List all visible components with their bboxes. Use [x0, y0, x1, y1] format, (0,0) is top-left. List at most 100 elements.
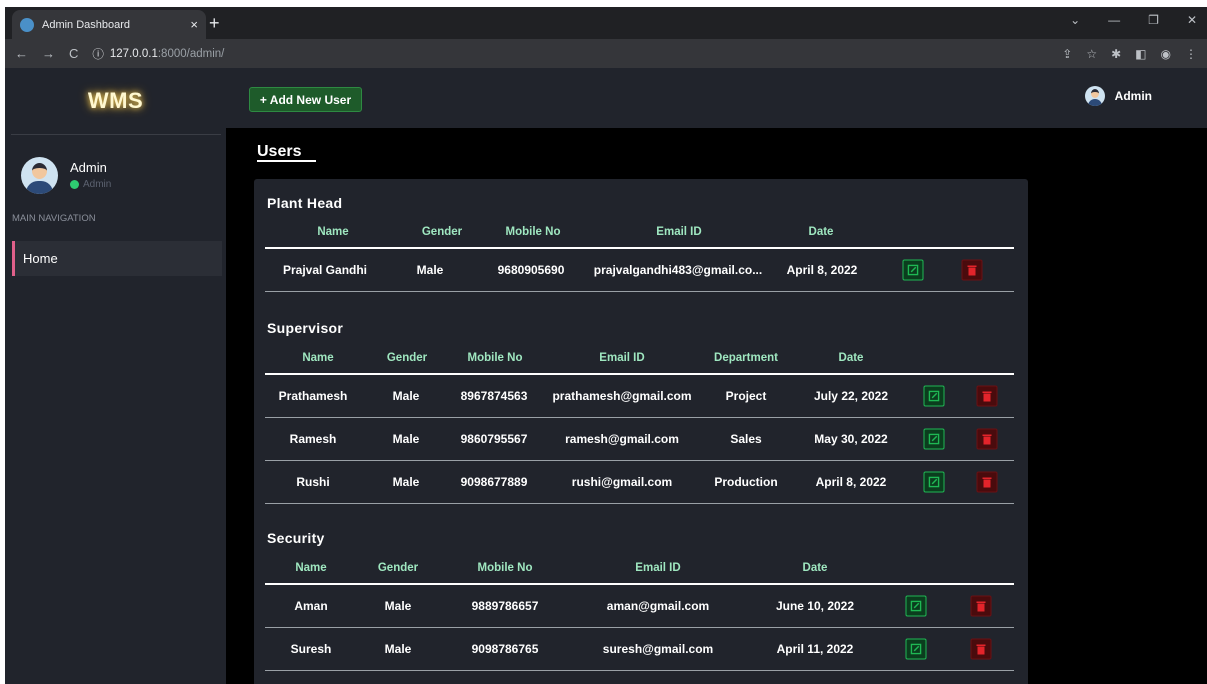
browser-tab[interactable]: Admin Dashboard ×: [12, 10, 206, 39]
trash-icon: [982, 477, 992, 488]
main-content: Users Plant Head Name Gender Mobile No E…: [226, 128, 1207, 684]
cell-gender: Male: [392, 389, 420, 403]
trash-icon: [982, 434, 992, 445]
cell-name: Suresh: [290, 642, 332, 656]
table-header: Name Gender Mobile No Email ID Date: [265, 552, 1014, 585]
bookmark-star-icon[interactable]: ☆: [1086, 47, 1097, 61]
section-title-supervisor: Supervisor: [267, 320, 344, 336]
top-user-name: Admin: [1114, 89, 1152, 103]
col-header: Date: [802, 561, 828, 574]
delete-button[interactable]: [976, 471, 998, 493]
users-panel: Plant Head Name Gender Mobile No Email I…: [254, 179, 1028, 684]
forward-icon[interactable]: →: [42, 46, 55, 61]
tab-search-icon[interactable]: ⌄: [1070, 13, 1080, 27]
edit-button[interactable]: [905, 595, 927, 617]
menu-kebab-icon[interactable]: ⋮: [1185, 47, 1197, 61]
cell-name: Prathamesh: [278, 389, 348, 403]
cell-gender: Male: [392, 475, 420, 489]
info-icon[interactable]: ⓘ: [92, 46, 104, 62]
brand-logo[interactable]: WMS: [5, 68, 226, 134]
cell-email: ramesh@gmail.com: [565, 432, 679, 446]
col-header: Department: [714, 351, 778, 364]
cell-mobile: 9860795567: [460, 432, 528, 446]
table-header: Name Gender Mobile No Email ID Departmen…: [265, 342, 1014, 375]
col-header: Date: [838, 351, 864, 364]
plant-head-table: Name Gender Mobile No Email ID Date Praj…: [265, 216, 1014, 292]
delete-button[interactable]: [961, 259, 983, 281]
col-header: Email ID: [656, 225, 702, 238]
edit-icon: [910, 643, 922, 655]
edit-icon: [928, 390, 940, 402]
edit-button[interactable]: [923, 471, 945, 493]
address-bar[interactable]: ⓘ 127.0.0.1:8000/admin/: [92, 46, 224, 62]
col-header: Date: [808, 225, 834, 238]
delete-button[interactable]: [970, 595, 992, 617]
table-row: Suresh Male 9098786765 suresh@gmail.com …: [265, 628, 1014, 671]
online-status-icon: [70, 180, 79, 189]
cell-department: Project: [725, 389, 767, 403]
edit-icon: [928, 476, 940, 488]
url-path: :8000/admin/: [157, 47, 225, 60]
profile-icon[interactable]: ◉: [1161, 47, 1171, 61]
trash-icon: [976, 644, 986, 655]
supervisor-table: Name Gender Mobile No Email ID Departmen…: [265, 342, 1014, 504]
col-header: Mobile No: [505, 225, 561, 238]
cell-mobile: 9098786765: [471, 642, 539, 656]
top-user-menu[interactable]: Admin: [1084, 86, 1152, 106]
section-title-plant-head: Plant Head: [267, 195, 343, 211]
extensions-icon[interactable]: ✱: [1111, 47, 1121, 61]
table-row: Rushi Male 9098677889 rushi@gmail.com Pr…: [265, 461, 1014, 504]
minimize-icon[interactable]: —: [1108, 13, 1120, 27]
favicon-icon: [20, 17, 34, 32]
toolbar-actions: ⇪ ☆ ✱ ◧ ◉ ⋮: [1062, 47, 1197, 61]
sidebar-item-home[interactable]: Home: [12, 241, 222, 276]
cell-date: April 8, 2022: [815, 475, 887, 489]
cell-gender: Male: [416, 263, 444, 277]
back-icon[interactable]: ←: [15, 46, 28, 61]
avatar: [21, 156, 58, 194]
edit-icon: [928, 433, 940, 445]
delete-button[interactable]: [976, 385, 998, 407]
cell-email: suresh@gmail.com: [602, 642, 714, 656]
new-tab-button[interactable]: +: [209, 13, 220, 34]
col-header: Name: [302, 351, 334, 364]
delete-button[interactable]: [976, 428, 998, 450]
trash-icon: [976, 601, 986, 612]
close-window-icon[interactable]: ✕: [1187, 13, 1197, 27]
cell-email: aman@gmail.com: [606, 599, 710, 613]
col-header: Email ID: [599, 351, 645, 364]
reload-icon[interactable]: C: [69, 46, 78, 61]
cell-name: Prajval Gandhi: [282, 263, 368, 277]
delete-button[interactable]: [970, 638, 992, 660]
edit-button[interactable]: [902, 259, 924, 281]
share-icon[interactable]: ⇪: [1062, 47, 1072, 61]
restore-icon[interactable]: ❐: [1148, 13, 1159, 27]
cell-gender: Male: [384, 599, 412, 613]
edit-button[interactable]: [923, 385, 945, 407]
col-header: Email ID: [635, 561, 681, 574]
url-host: 127.0.0.1: [109, 47, 158, 60]
add-user-button[interactable]: + Add New User: [249, 87, 362, 112]
table-row: Aman Male 9889786657 aman@gmail.com June…: [265, 585, 1014, 628]
col-header: Mobile No: [467, 351, 523, 364]
sidebar-profile: Admin Admin: [5, 135, 226, 201]
cell-mobile: 8967874563: [460, 389, 528, 403]
cell-department: Sales: [730, 432, 762, 446]
cell-name: Ramesh: [289, 432, 337, 446]
tab-close-icon[interactable]: ×: [190, 17, 198, 32]
cell-date: April 11, 2022: [776, 642, 854, 656]
page-title: Users: [257, 143, 302, 160]
top-bar: + Add New User Admin: [226, 68, 1207, 128]
title-underline: [257, 160, 316, 162]
profile-role: Admin: [70, 179, 111, 190]
cell-name: Aman: [294, 599, 328, 613]
cell-email: rushi@gmail.com: [571, 475, 673, 489]
table-row: Ramesh Male 9860795567 ramesh@gmail.com …: [265, 418, 1014, 461]
edit-button[interactable]: [905, 638, 927, 660]
edit-button[interactable]: [923, 428, 945, 450]
cell-name: Rushi: [296, 475, 330, 489]
tab-title: Admin Dashboard: [42, 18, 131, 31]
table-header: Name Gender Mobile No Email ID Date: [265, 216, 1014, 249]
tab-strip: Admin Dashboard × + ⌄ — ❐ ✕: [5, 7, 1207, 39]
sidepanel-icon[interactable]: ◧: [1135, 47, 1146, 61]
